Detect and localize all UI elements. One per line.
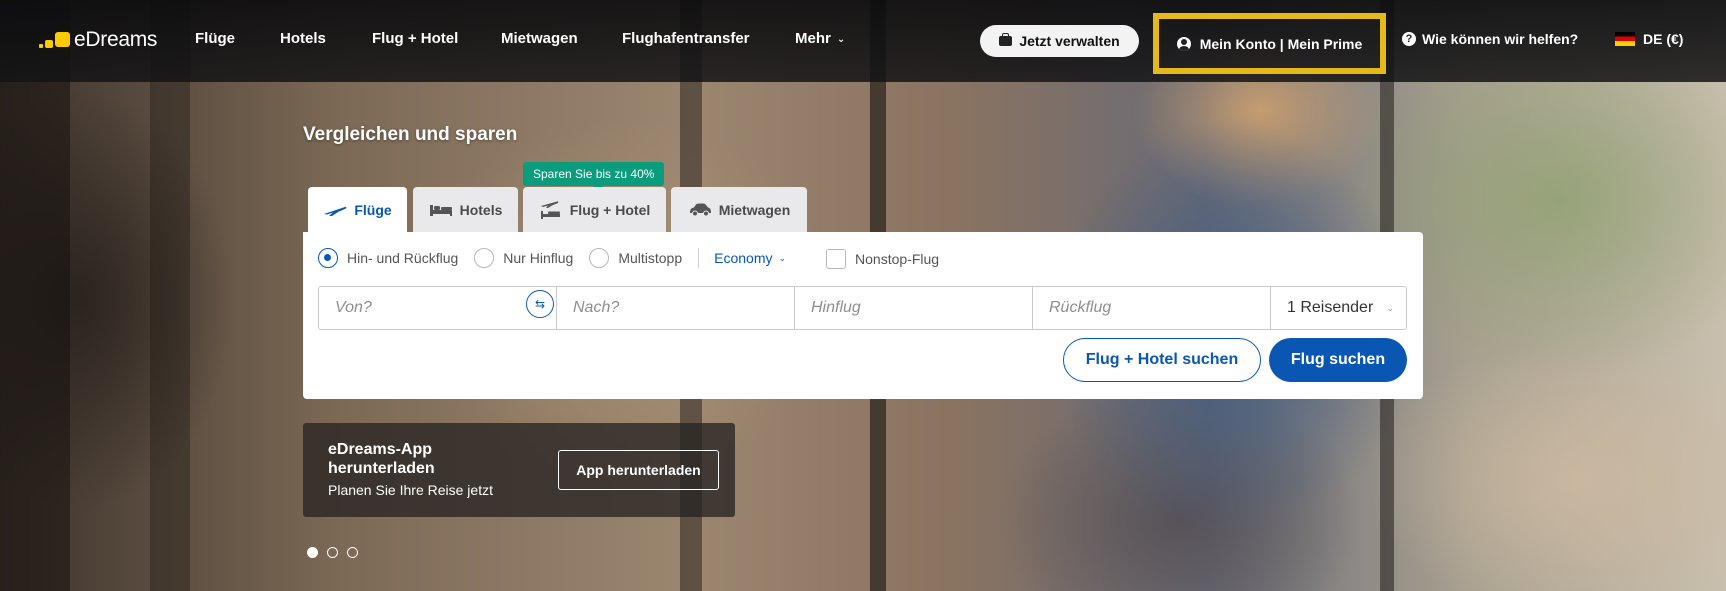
nav-flughafentransfer[interactable]: Flughafentransfer xyxy=(622,30,750,47)
logo-squares-icon xyxy=(39,27,70,53)
edreams-logo[interactable]: eDreams xyxy=(39,27,158,53)
help-label: Wie können wir helfen? xyxy=(1422,31,1579,47)
help-icon: ? xyxy=(1402,32,1416,46)
destination-field-wrapper xyxy=(557,287,795,329)
tab-fluege[interactable]: Flüge xyxy=(308,187,407,233)
language-label: DE (€) xyxy=(1643,31,1684,47)
options-divider xyxy=(698,248,700,268)
search-fields-row: 1 Reisender ⌄ xyxy=(318,286,1407,330)
nav-mietwagen[interactable]: Mietwagen xyxy=(501,30,578,47)
account-button[interactable]: Mein Konto | Mein Prime xyxy=(1153,13,1386,74)
app-banner-subtitle: Planen Sie Ihre Reise jetzt xyxy=(328,482,493,498)
carousel-dot[interactable] xyxy=(327,547,338,558)
flight-search-button[interactable]: Flug suchen xyxy=(1269,338,1407,382)
help-link[interactable]: ? Wie können wir helfen? xyxy=(1402,31,1578,47)
nav-flug-hotel[interactable]: Flug + Hotel xyxy=(372,30,458,47)
swap-airports-icon[interactable]: ⇆ xyxy=(526,290,554,318)
bed-icon xyxy=(429,204,452,216)
travellers-dropdown[interactable]: 1 Reisender ⌄ xyxy=(1271,287,1406,329)
nav-hotels[interactable]: Hotels xyxy=(280,30,326,47)
radio-circle xyxy=(474,248,495,268)
depart-date-input[interactable] xyxy=(795,287,1032,329)
chevron-down-icon: ⌄ xyxy=(836,34,846,45)
checkbox-box xyxy=(826,249,847,269)
travellers-label: 1 Reisender xyxy=(1287,299,1374,316)
nav-mehr-dropdown[interactable]: Mehr ⌄ xyxy=(795,30,845,47)
app-download-banner: eDreams-App herunterladen Planen Sie Ihr… xyxy=(303,423,735,517)
plane-hotel-icon xyxy=(540,200,560,219)
briefcase-icon xyxy=(999,33,1013,46)
carousel-dots xyxy=(307,547,358,558)
manage-booking-button[interactable]: Jetzt verwalten xyxy=(980,25,1139,57)
plane-icon xyxy=(324,206,347,216)
radio-circle xyxy=(589,248,610,268)
depart-date-wrapper xyxy=(795,287,1033,329)
nonstop-label: Nonstop-Flug xyxy=(855,251,940,267)
return-date-wrapper xyxy=(1033,287,1271,329)
cabin-class-label: Economy xyxy=(714,250,773,266)
tab-fluege-label: Flüge xyxy=(354,202,392,218)
tab-hotels[interactable]: Hotels xyxy=(413,187,518,232)
radio-multistop-label: Multistopp xyxy=(618,250,683,266)
hero-title: Vergleichen und sparen xyxy=(303,124,518,145)
chevron-down-icon: ⌄ xyxy=(778,252,787,263)
manage-booking-label: Jetzt verwalten xyxy=(1019,33,1120,49)
app-banner-title: eDreams-App herunterladen xyxy=(328,441,435,477)
carousel-dot[interactable] xyxy=(347,547,358,558)
tab-hotels-label: Hotels xyxy=(459,201,503,218)
radio-circle xyxy=(318,248,338,268)
carousel-dot[interactable] xyxy=(307,547,318,558)
search-options-row: Hin- und Rückflug Nur Hinflug Multistopp… xyxy=(318,247,939,269)
flight-hotel-search-button[interactable]: Flug + Hotel suchen xyxy=(1063,338,1261,382)
origin-field-wrapper xyxy=(319,287,557,329)
nav-fluege[interactable]: Flüge xyxy=(195,30,235,47)
nonstop-checkbox[interactable]: Nonstop-Flug xyxy=(826,249,939,269)
return-date-input[interactable] xyxy=(1033,287,1270,329)
origin-input[interactable] xyxy=(319,287,556,329)
destination-input[interactable] xyxy=(557,287,794,329)
tab-mietwagen-label: Mietwagen xyxy=(718,201,791,218)
tab-flug-hotel[interactable]: Flug + Hotel xyxy=(523,187,666,232)
travellers-wrapper: 1 Reisender ⌄ xyxy=(1271,287,1406,329)
radio-one-way-label: Nur Hinflug xyxy=(503,250,574,266)
nav-mehr-label: Mehr xyxy=(795,30,831,47)
radio-one-way[interactable]: Nur Hinflug xyxy=(474,248,573,268)
chevron-down-icon: ⌄ xyxy=(1386,302,1394,313)
radio-round-trip-label: Hin- und Rückflug xyxy=(347,250,459,266)
car-icon xyxy=(689,203,711,216)
flight-search-panel: Hin- und Rückflug Nur Hinflug Multistopp… xyxy=(303,232,1423,399)
top-navigation-bar: eDreams Flüge Hotels Flug + Hotel Mietwa… xyxy=(0,0,1726,82)
app-download-button[interactable]: App herunterladen xyxy=(558,450,719,490)
cabin-class-dropdown[interactable]: Economy ⌄ xyxy=(714,250,786,266)
tab-mietwagen[interactable]: Mietwagen xyxy=(671,187,807,232)
user-icon xyxy=(1176,36,1191,51)
promo-badge: Sparen Sie bis zu 40% xyxy=(523,162,665,191)
radio-round-trip[interactable]: Hin- und Rückflug xyxy=(318,248,458,268)
logo-text: eDreams xyxy=(74,28,158,51)
radio-multistop[interactable]: Multistopp xyxy=(589,248,682,268)
language-selector[interactable]: DE (€) xyxy=(1615,31,1683,47)
account-label: Mein Konto | Mein Prime xyxy=(1199,35,1363,52)
germany-flag-icon xyxy=(1615,32,1635,46)
tab-flug-hotel-label: Flug + Hotel xyxy=(569,201,651,218)
